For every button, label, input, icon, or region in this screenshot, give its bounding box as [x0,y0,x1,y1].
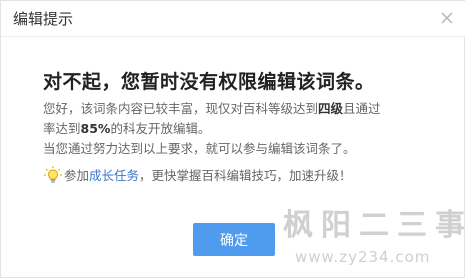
dialog-headline: 对不起，您暂时没有权限编辑该词条。 [43,71,375,93]
message-line-2-text: 率达到 [43,121,81,136]
dialog-message: 您好，该词条内容已较丰富，现仅对百科等级达到四级且通过 率达到85%的科友开放编… [43,99,443,159]
message-line-2: 率达到85%的科友开放编辑。 [43,119,443,139]
close-icon[interactable] [438,9,456,27]
confirm-button[interactable]: 确定 [193,223,275,256]
message-line-3: 当您通过努力达到以上要求，就可以参与编辑该词条了。 [43,141,356,156]
lightbulb-icon [43,165,63,185]
tip-suffix: ，更快掌握百科编辑技巧，加速升级！ [139,168,352,183]
dialog-titlebar: 编辑提示 [1,1,465,37]
tip-prefix: 参加 [64,168,90,183]
message-line-2-end: 的科友开放编辑。 [110,121,211,136]
watermark-chars: 枫阳二三事 [283,208,465,243]
watermark: 枫阳二三事 www.zy234.com [283,206,465,278]
dialog-title: 编辑提示 [13,10,74,28]
growth-task-link[interactable]: 成长任务 [89,168,139,183]
message-line-1-end: 且通过 [343,101,381,116]
required-level: 四级 [318,101,344,116]
message-line-1-text: 您好，该词条内容已较丰富，现仅对百科等级达到 [43,101,319,116]
watermark-url: www.zy234.com [295,248,431,266]
required-rate: 85% [80,121,111,136]
message-line-1: 您好，该词条内容已较丰富，现仅对百科等级达到四级且通过 [43,99,443,119]
permission-dialog: 编辑提示 对不起，您暂时没有权限编辑该词条。 您好，该词条内容已较丰富，现仅对百… [0,0,465,278]
tip-line: 参加成长任务，更快掌握百科编辑技巧，加速升级！ [43,165,352,186]
